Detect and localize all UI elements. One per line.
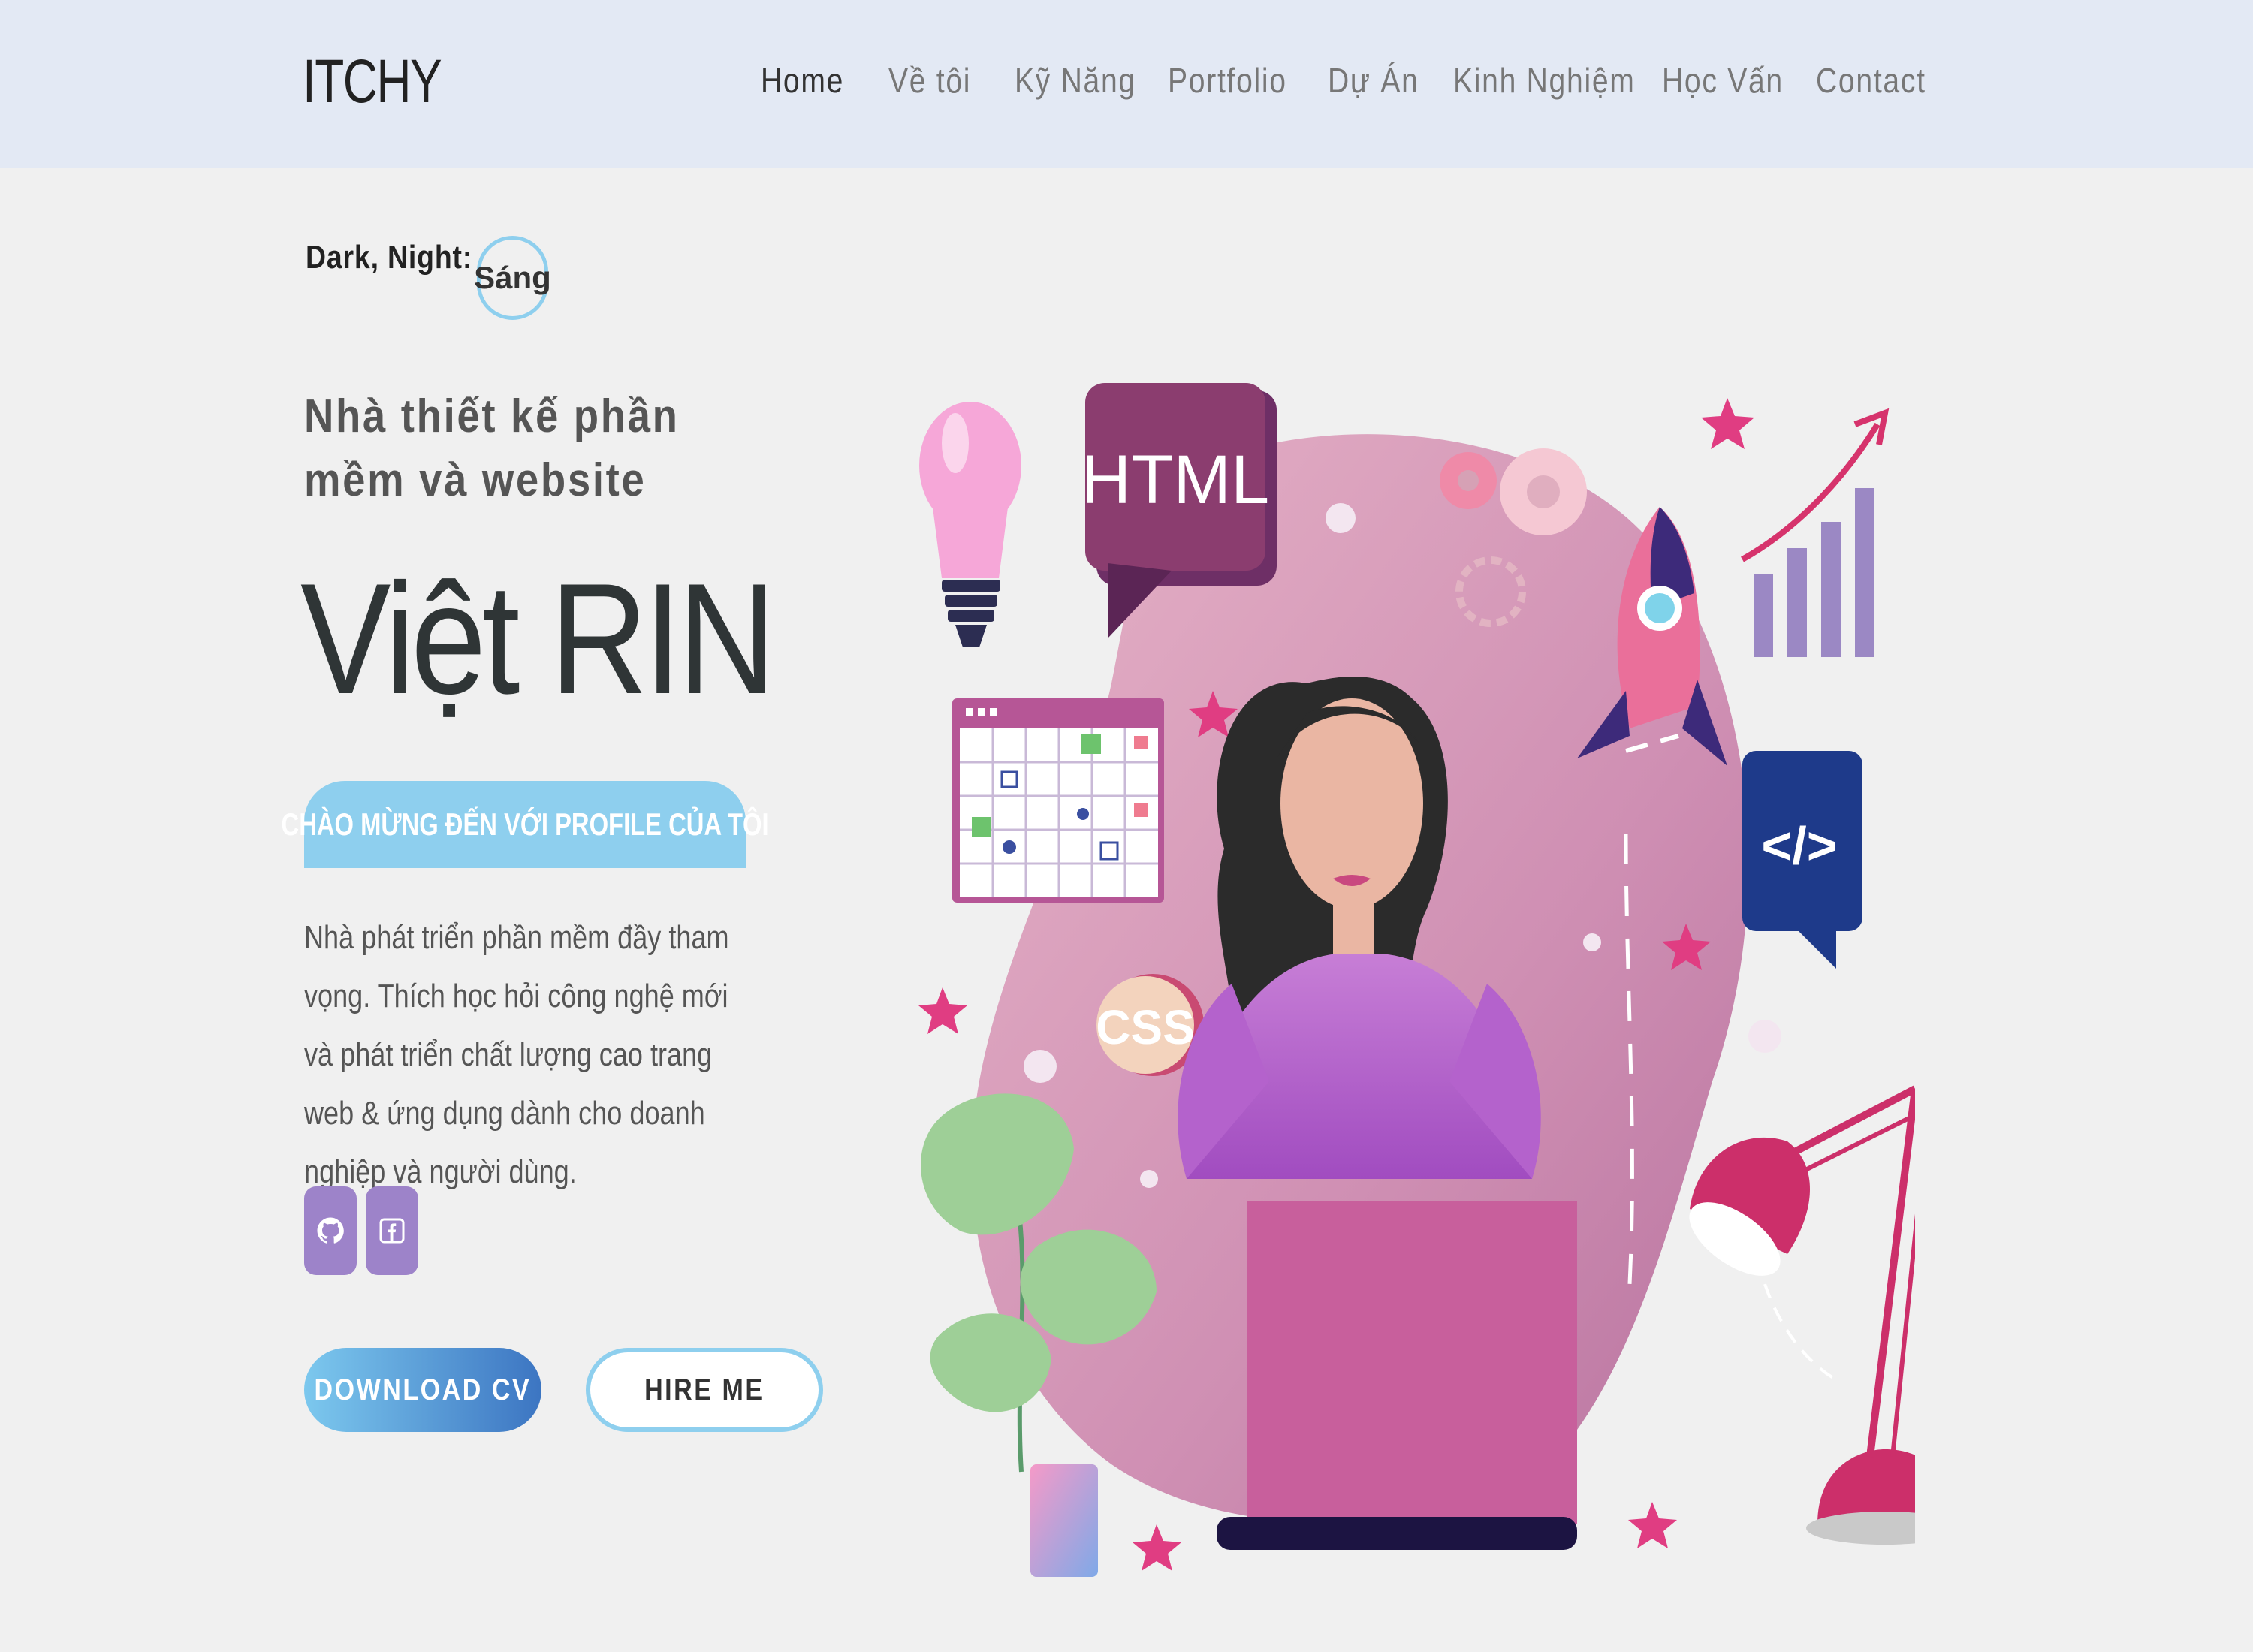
github-icon [317, 1217, 344, 1244]
nav-menu: Home Về tôi Kỹ Năng Portfolio Dự Án Kinh… [761, 60, 1925, 101]
facebook-icon [379, 1218, 405, 1244]
theme-toggle-button[interactable]: Sáng [474, 236, 551, 320]
nav-item-projects[interactable]: Dự Án [1328, 60, 1434, 101]
nav-item-experience[interactable]: Kinh Nghiệm [1453, 60, 1634, 101]
growth-chart-icon [1741, 408, 1890, 657]
github-link[interactable] [304, 1186, 357, 1275]
hire-me-label: HIRE ME [644, 1373, 765, 1406]
nav-item-about[interactable]: Về tôi [888, 60, 996, 101]
welcome-banner: CHÀO MỪNG ĐẾN VỚI PROFILE CỦA TÔI [281, 781, 769, 868]
nav-item-skills[interactable]: Kỹ Năng [1015, 60, 1145, 101]
nav-item-home[interactable]: Home [761, 60, 870, 101]
theme-label: Dark, Night: [306, 239, 473, 276]
hero-illustration: HTML CSS </> [918, 383, 1915, 1577]
hero-subtitle: Nhà thiết kế phần mềm và website [304, 390, 680, 506]
calendar-icon [952, 698, 1164, 903]
download-cv-label: DOWNLOAD CV [314, 1373, 532, 1406]
nav-item-education[interactable]: Học Vấn [1662, 60, 1793, 101]
deco-dot [1748, 1020, 1781, 1053]
hire-me-button[interactable]: HIRE ME [586, 1348, 823, 1432]
code-bubble: </> [1742, 751, 1862, 969]
navbar: ITCHY Home Về tôi Kỹ Năng Portfolio Dự Á… [0, 0, 2253, 168]
social-links [304, 1186, 418, 1275]
facebook-link[interactable] [366, 1186, 418, 1275]
welcome-text: CHÀO MỪNG ĐẾN VỚI PROFILE CỦA TÔI [281, 806, 769, 842]
hero-description: Nhà phát triển phần mềm đầy tham vọng. T… [304, 919, 729, 1190]
hero-name: Việt RIN [300, 550, 776, 727]
code-label: </> [1761, 816, 1837, 875]
nav-item-contact[interactable]: Contact [1816, 60, 1925, 101]
deco-dot [1583, 933, 1601, 951]
theme-switcher: Dark, Night: Sáng [306, 236, 551, 320]
deco-dot [1140, 1170, 1158, 1188]
download-cv-button[interactable]: DOWNLOAD CV [304, 1348, 541, 1432]
nav-item-portfolio[interactable]: Portfolio [1168, 60, 1304, 101]
deco-dot [1024, 1050, 1057, 1083]
css-label: CSS [1096, 1000, 1195, 1054]
desk-lamp-icon [1689, 1085, 1915, 1545]
html-label: HTML [1081, 442, 1269, 518]
lightbulb-icon [919, 402, 1021, 647]
brand-logo[interactable]: ITCHY [303, 47, 442, 117]
deco-dot [1326, 503, 1356, 533]
